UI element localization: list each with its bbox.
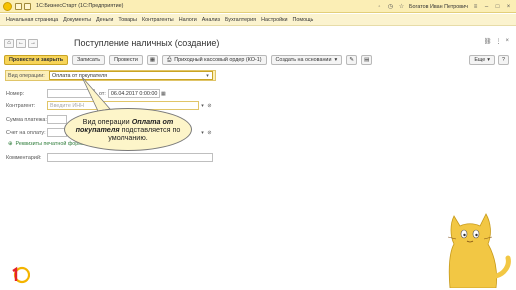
toolbar-right: Еще ▾ ? — [469, 55, 509, 65]
bell-icon[interactable]: ◦ — [376, 3, 383, 10]
menu-item-counterparties[interactable]: Контрагенты — [142, 17, 174, 23]
menu-item-documents[interactable]: Документы — [63, 17, 91, 23]
hint-balloon: Вид операции Оплата от покупателя подста… — [64, 108, 192, 151]
clock-icon[interactable]: ◷ — [387, 3, 394, 10]
operation-type-label: Вид операции: — [8, 72, 45, 79]
comment-row: Комментарий: — [6, 153, 213, 162]
title-bar: 1С:БизнесСтарт (1С:Предприятие) ◦ ◷ ☆ Бо… — [0, 0, 516, 13]
minimize-icon[interactable]: – — [483, 3, 490, 10]
comment-input[interactable] — [47, 153, 213, 162]
printer-icon: ⎙ — [166, 56, 172, 63]
history-icon[interactable] — [24, 2, 31, 10]
table-icon: ▦ — [149, 57, 155, 63]
expand-icon[interactable]: ⊕ — [8, 141, 13, 147]
number-label: Номер: — [6, 90, 25, 97]
menu-item-money[interactable]: Деньги — [96, 17, 113, 23]
cat-mascot-icon — [447, 213, 511, 288]
star-icon[interactable]: ☆ — [398, 3, 405, 10]
invoice-label: Счет на оплату: — [6, 129, 46, 136]
settings-icon[interactable]: ≡ — [472, 3, 479, 10]
quick-access-icons — [15, 2, 31, 10]
window-title: 1С:БизнесСтарт (1С:Предприятие) — [36, 3, 124, 9]
close-icon[interactable]: × — [505, 3, 512, 10]
link-icon[interactable]: ⛓ — [484, 38, 492, 45]
chevron-down-icon[interactable]: ▾ — [199, 101, 206, 110]
post-button[interactable]: Провести — [109, 55, 143, 65]
paperclip-icon: ✎ — [349, 57, 354, 63]
hint-suffix: подставляется по умолчанию. — [108, 124, 181, 142]
1c-logo — [10, 266, 30, 284]
home-button[interactable]: ⌂ — [4, 38, 14, 48]
report-button[interactable]: ▤ — [361, 55, 373, 65]
chevron-down-icon: ▾ — [487, 57, 490, 63]
1c-logo-icon — [12, 266, 30, 284]
more-label: Еще — [474, 57, 486, 63]
title-bar-right: ◦ ◷ ☆ Богатов Иван Петрович ≡ – □ × — [376, 0, 512, 13]
arrow-left-icon: ← — [18, 40, 24, 46]
counterparty-label: Контрагент: — [6, 102, 36, 109]
create-based-on-label: Создать на основании — [275, 57, 332, 63]
help-button[interactable]: ? — [498, 55, 509, 65]
form-header: ⌂ ← → Поступление наличных (создание) ⛓ … — [4, 36, 509, 50]
print-order-button[interactable]: ⎙ Приходный кассовый ордер (КО-1) — [161, 55, 267, 65]
app-logo-icon — [3, 1, 12, 11]
hint-text: Вид операции Оплата от покупателя подста… — [75, 117, 181, 142]
post-movements-button[interactable]: ▦ — [146, 55, 158, 65]
forward-button[interactable]: → — [28, 38, 38, 48]
arrow-right-icon: → — [30, 40, 36, 46]
print-order-label: Приходный кассовый ордер (КО-1) — [174, 57, 262, 63]
open-link-icon[interactable]: ⊘ — [206, 128, 213, 137]
more-button[interactable]: Еще ▾ — [469, 55, 495, 65]
create-based-on-button[interactable]: Создать на основании ▾ — [270, 55, 343, 65]
menu-item-home[interactable]: Начальная страница — [6, 17, 58, 23]
open-link-icon[interactable]: ⊘ — [206, 101, 213, 110]
more-icon[interactable]: ⋮ — [495, 38, 501, 45]
menu-item-help[interactable]: Помощь — [293, 17, 314, 23]
menu-item-analysis[interactable]: Анализ — [202, 17, 220, 23]
comment-label: Комментарий: — [6, 154, 42, 161]
chevron-down-icon[interactable]: ▾ — [199, 128, 206, 137]
back-button[interactable]: ← — [16, 38, 26, 48]
menu-item-settings[interactable]: Настройки — [261, 17, 287, 23]
calendar-icon[interactable]: ▦ — [160, 89, 167, 98]
form-toolbar: Провести и закрыть Записать Провести ▦ ⎙… — [4, 54, 509, 66]
chevron-down-icon[interactable]: ▾ — [204, 71, 211, 80]
home-icon: ⌂ — [7, 40, 11, 46]
menu-icon[interactable] — [15, 2, 22, 10]
amount-input[interactable] — [47, 115, 67, 124]
post-and-close-button[interactable]: Провести и закрыть — [4, 55, 69, 65]
menu-item-accounting[interactable]: Бухгалтерия — [225, 17, 256, 23]
form-header-actions: ⛓ ⋮ × — [484, 38, 509, 45]
page-title: Поступление наличных (создание) — [74, 38, 220, 48]
main-menu: Начальная страница Документы Деньги Това… — [0, 14, 516, 26]
maximize-icon[interactable]: □ — [494, 3, 501, 10]
operation-type-select[interactable]: Оплата от покупателя — [49, 71, 213, 80]
print-details-row: ⊕ Реквизиты печатной формы — [8, 141, 86, 147]
save-button[interactable]: Записать — [72, 55, 106, 65]
counterparty-placeholder: Введите ИНН — [50, 102, 84, 109]
chevron-down-icon: ▾ — [334, 57, 338, 63]
menu-item-goods[interactable]: Товары — [118, 17, 137, 23]
user-name[interactable]: Богатов Иван Петрович — [409, 4, 468, 10]
document-icon: ▤ — [364, 57, 370, 63]
close-form-icon[interactable]: × — [505, 38, 509, 45]
attach-button[interactable]: ✎ — [346, 55, 358, 65]
menu-item-taxes[interactable]: Налоги — [179, 17, 197, 23]
amount-label: Сумма платежа: — [6, 116, 47, 123]
amount-row: Сумма платежа: — [6, 115, 67, 124]
app-window: 1С:БизнесСтарт (1С:Предприятие) ◦ ◷ ☆ Бо… — [0, 0, 516, 290]
